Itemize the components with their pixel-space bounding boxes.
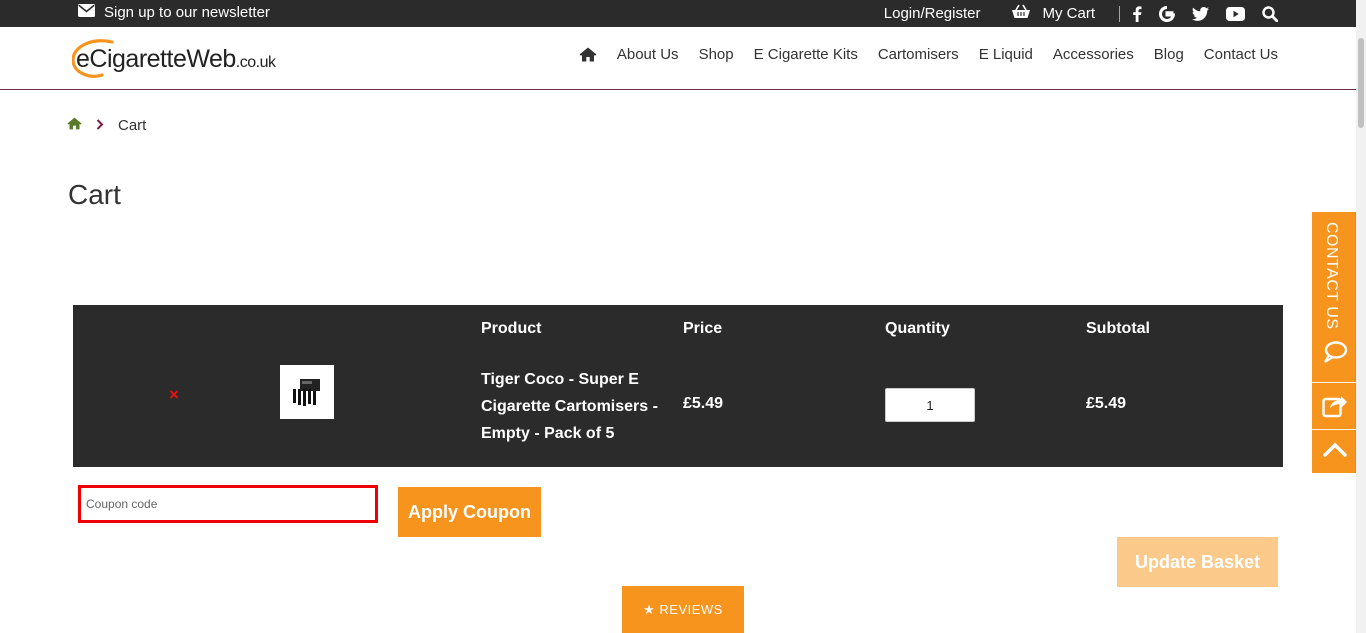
twitter-icon[interactable] [1192,6,1209,21]
product-image-icon [293,379,320,406]
facebook-icon[interactable] [1132,5,1142,22]
breadcrumb: Cart [67,117,146,134]
reviews-button[interactable]: ★ REVIEWS [622,586,744,633]
logo-main: eCigaretteWeb [76,44,236,73]
site-logo[interactable]: eCigaretteWeb.co.uk [72,39,276,79]
top-bar: Sign up to our newsletter Login/Register… [0,0,1366,27]
update-basket-button[interactable]: Update Basket [1117,537,1278,587]
nav-shop[interactable]: Shop [699,46,734,63]
my-cart-link[interactable]: My Cart [1011,4,1096,23]
logo-text: eCigaretteWeb.co.uk [72,44,276,74]
page-scrollbar[interactable] [1356,0,1366,633]
side-tab-divider [1312,429,1356,430]
nav-contact-us[interactable]: Contact Us [1204,46,1278,63]
search-icon[interactable] [1262,5,1278,22]
coupon-code-input[interactable] [78,485,378,523]
column-header-price: Price [683,320,723,337]
nav-e-cigarette-kits[interactable]: E Cigarette Kits [754,46,858,63]
chevron-up-icon[interactable] [1322,440,1348,463]
google-icon[interactable] [1159,5,1175,22]
divider [1119,5,1120,22]
newsletter-link[interactable]: Sign up to our newsletter [78,4,270,21]
quantity-input[interactable] [885,388,975,422]
home-icon[interactable] [579,47,597,62]
column-header-quantity: Quantity [885,320,950,337]
login-register-link[interactable]: Login/Register [884,5,981,22]
nav-about-us[interactable]: About Us [617,46,679,63]
item-subtotal: £5.49 [1086,395,1127,412]
page-title: Cart [68,179,121,210]
nav-blog[interactable]: Blog [1154,46,1184,63]
basket-icon [1011,4,1031,23]
contact-side-tab: CONTACT US [1312,212,1356,473]
newsletter-label: Sign up to our newsletter [104,4,270,21]
main-nav: About Us Shop E Cigarette Kits Cartomise… [579,46,1278,63]
chevron-right-icon [96,117,104,134]
column-header-product: Product [481,320,542,337]
share-icon[interactable] [1322,394,1348,423]
product-thumbnail[interactable] [280,365,334,419]
my-cart-label: My Cart [1042,5,1096,22]
envelope-icon [78,4,95,21]
side-tab-divider [1312,382,1356,383]
chat-icon[interactable] [1322,340,1348,369]
product-name-link[interactable]: Tiger Coco - Super E Cigarette Cartomise… [481,366,666,447]
apply-coupon-button[interactable]: Apply Coupon [398,487,541,537]
logo-tld: .co.uk [235,53,276,71]
column-header-subtotal: Subtotal [1086,320,1150,337]
item-price: £5.49 [683,395,724,412]
breadcrumb-home-icon[interactable] [67,117,82,134]
remove-item-button[interactable]: × [169,385,179,405]
nav-accessories[interactable]: Accessories [1053,46,1134,63]
youtube-icon[interactable] [1226,6,1245,21]
nav-cartomisers[interactable]: Cartomisers [878,46,959,63]
nav-e-liquid[interactable]: E Liquid [979,46,1033,63]
breadcrumb-current: Cart [118,117,147,134]
site-header: eCigaretteWeb.co.uk About Us Shop E Ciga… [0,27,1366,90]
scrollbar-thumb[interactable] [1358,38,1364,128]
cart-table: Product Price Quantity Subtotal × Tiger … [73,305,1283,467]
contact-us-tab-label[interactable]: CONTACT US [1322,222,1340,330]
